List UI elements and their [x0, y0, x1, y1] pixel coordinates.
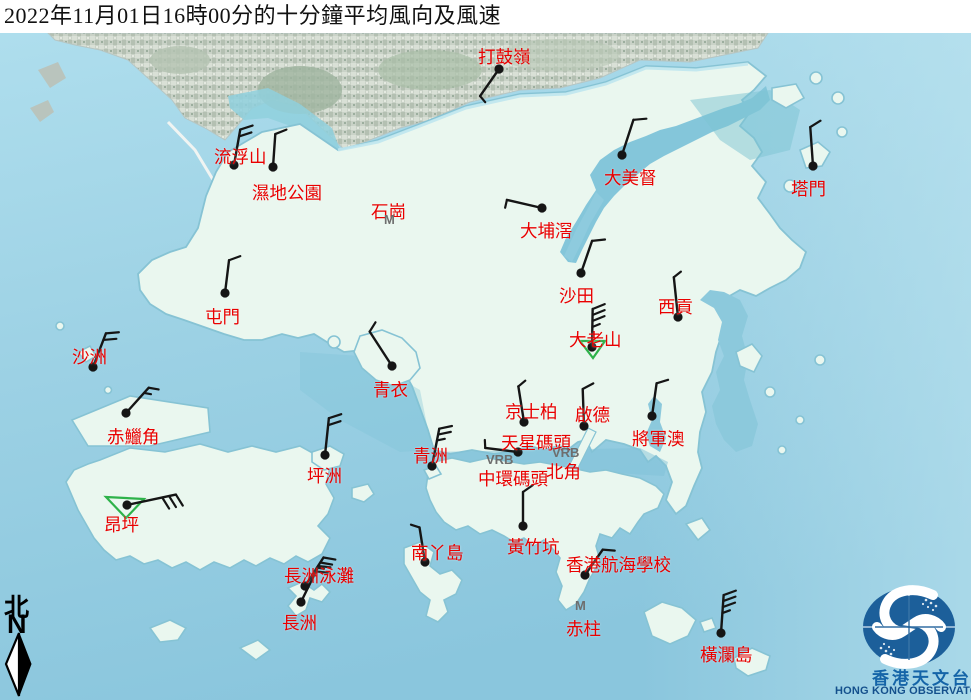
port-island: [837, 127, 847, 137]
wind-barb-feather: [103, 339, 116, 340]
station-dot: [518, 521, 527, 530]
station-dot: [579, 421, 588, 430]
title-bar: 2022年11月01日16時00分的十分鐘平均風向及風速: [0, 0, 971, 33]
bluff-island: [815, 355, 825, 365]
station-dot: [420, 557, 429, 566]
wind-barb-feather: [603, 550, 615, 551]
station-dot: [513, 447, 522, 456]
hong-kong-map: [0, 0, 971, 700]
lantau-island: [66, 444, 334, 570]
map-title: 2022年11月01日16時00分的十分鐘平均風向及風速: [0, 0, 971, 32]
station-dot: [268, 162, 277, 171]
wind-barb-feather: [106, 332, 119, 333]
lung-kwu-chau: [56, 322, 64, 330]
station-dot: [296, 597, 305, 606]
brothers-islet: [105, 387, 112, 394]
station-dot: [617, 150, 626, 159]
station-dot: [320, 450, 329, 459]
station-dot: [537, 203, 546, 212]
wind-barb-feather: [316, 571, 328, 572]
station-dot: [427, 461, 436, 470]
hko-logo-name-en: HONG KONG OBSERVATORY: [835, 685, 971, 697]
station-dot: [220, 288, 229, 297]
station-dot: [580, 570, 589, 579]
wind-barb-feather: [319, 566, 331, 567]
station-dot: [387, 361, 396, 370]
wind-barb-feather: [592, 239, 605, 240]
crescent-island: [832, 92, 844, 104]
station-dot: [808, 161, 817, 170]
station-dot: [494, 64, 503, 73]
station-dot: [587, 342, 596, 351]
station-dot: [229, 160, 238, 169]
shelter-island: [765, 387, 775, 397]
weather-map-page: 2022年11月01日16時00分的十分鐘平均風向及風速 北 N 香港天文台 H…: [0, 0, 971, 700]
station-dot: [121, 408, 130, 417]
station-dot: [576, 268, 585, 277]
station-dot: [673, 312, 682, 321]
jin-island: [796, 416, 804, 424]
station-dot: [122, 500, 131, 509]
station-dot: [88, 362, 97, 371]
station-dot: [519, 417, 528, 426]
ma-wan: [328, 336, 340, 348]
wind-barb-feather: [633, 119, 646, 120]
kat-o: [810, 72, 822, 84]
grass-island: [784, 180, 796, 192]
station-dot: [647, 411, 656, 420]
wind-barb-staff: [583, 389, 584, 426]
basalt-island: [778, 446, 786, 454]
station-dot: [716, 628, 725, 637]
compass-label-n: N: [7, 609, 27, 640]
wind-barb-feather: [144, 393, 151, 394]
hko-logo: [863, 588, 955, 666]
